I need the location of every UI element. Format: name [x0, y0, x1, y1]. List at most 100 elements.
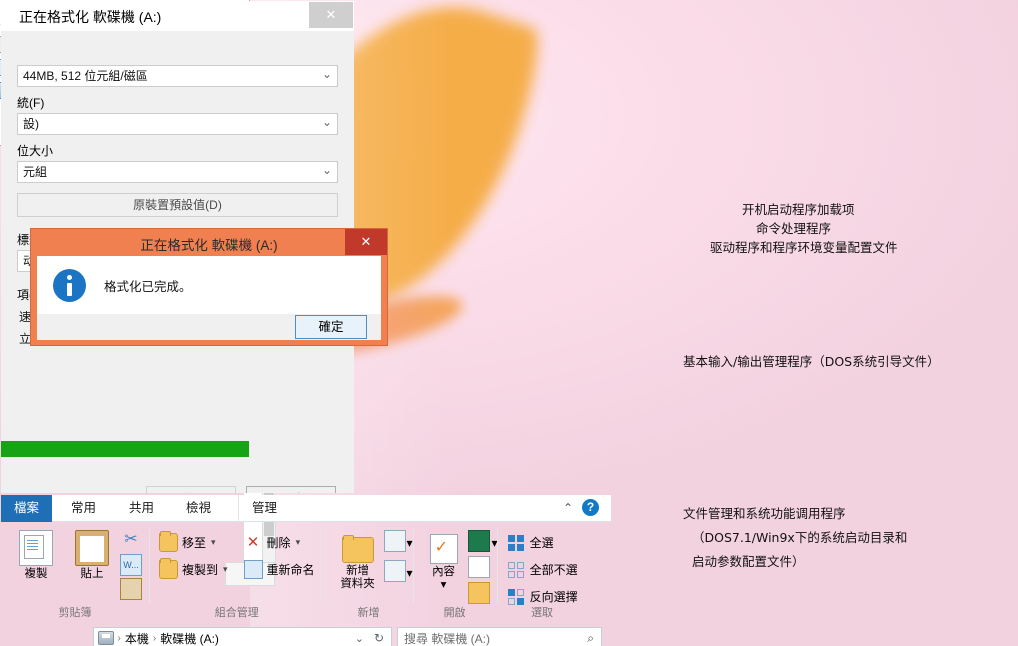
- edit-icon[interactable]: [468, 556, 490, 578]
- search-icon[interactable]: ⌕: [587, 631, 594, 646]
- properties-label: 內容: [420, 566, 468, 579]
- format-complete-messagebox[interactable]: 正在格式化 軟碟機 (A:) ✕ 格式化已完成。 確定: [30, 228, 388, 346]
- allocation-size-combobox[interactable]: 元組: [17, 161, 338, 183]
- ribbon-group-organize: 移至 ▾ 複製到 ▾ ✕ 刪除 ▾ 重新命名: [149, 525, 325, 620]
- new-mini-commands: ▾ ▾: [384, 525, 406, 582]
- capacity-combobox[interactable]: 44MB, 512 位元組/磁區: [17, 65, 338, 87]
- paste-button[interactable]: 貼上: [64, 525, 120, 581]
- ok-button[interactable]: 確定: [295, 315, 367, 339]
- format-dialog-titlebar: 正在格式化 軟碟機 (A:) ✕: [1, 1, 354, 31]
- invert-selection-icon: [507, 587, 526, 606]
- search-placeholder: 搜尋 軟碟機 (A:): [404, 630, 490, 646]
- floppy-drive-icon: [98, 631, 114, 645]
- copy-button[interactable]: 複製: [8, 525, 64, 581]
- open-with-icon[interactable]: ▾: [468, 530, 490, 552]
- move-to-label: 移至: [182, 534, 206, 551]
- refresh-icon[interactable]: ↻: [374, 631, 384, 645]
- clipboard-mini-commands: ✂ W...: [120, 525, 142, 600]
- cancel-button[interactable]: 取消: [246, 486, 336, 494]
- move-to-icon: [159, 533, 178, 552]
- ribbon-group-new-label: 新增: [325, 604, 413, 620]
- ribbon-group-clipboard-label: 剪貼簿: [1, 604, 149, 620]
- start-button[interactable]: 開始(S): [146, 486, 236, 494]
- select-all-button[interactable]: 全選: [504, 529, 581, 555]
- close-icon[interactable]: ✕: [309, 2, 353, 28]
- annotation-text: 驱动程序和程序环境变量配置文件: [710, 237, 898, 256]
- ribbon-group-new: 新增 資料夾 ▾ ▾ 新增: [325, 525, 413, 620]
- ribbon-group-organize-label: 組合管理: [149, 604, 325, 620]
- properties-button[interactable]: 內容 ▾: [420, 525, 468, 592]
- tab-file[interactable]: 檔案: [1, 495, 52, 522]
- chevron-down-icon[interactable]: ▾: [420, 579, 468, 592]
- delete-button[interactable]: ✕ 刪除 ▾: [241, 529, 318, 555]
- delete-x-icon: ✕: [244, 533, 263, 552]
- filesystem-combobox[interactable]: 設): [17, 113, 338, 135]
- copy-to-label: 複製到: [182, 561, 218, 578]
- paste-shortcut-icon[interactable]: [120, 578, 142, 600]
- search-box[interactable]: 搜尋 軟碟機 (A:) ⌕: [397, 627, 602, 646]
- format-progress-track: [1, 441, 354, 457]
- tab-home[interactable]: 常用: [58, 495, 109, 522]
- select-none-button[interactable]: 全部不選: [504, 556, 581, 582]
- explorer-ribbon: 複製 貼上 ✂ W... 剪貼簿 移至 ▾: [1, 522, 611, 622]
- tab-manage[interactable]: 管理: [238, 495, 290, 522]
- annotation-text: 启动参数配置文件）: [692, 551, 805, 570]
- delete-label: 刪除: [267, 534, 291, 551]
- history-icon[interactable]: [468, 582, 490, 604]
- chevron-down-icon[interactable]: ▾: [211, 537, 216, 548]
- copy-to-button[interactable]: 複製到 ▾: [156, 556, 231, 582]
- cut-scissors-icon[interactable]: ✂: [120, 530, 142, 552]
- explorer-tabstrip: 檔案 常用 共用 檢視 管理 ⌃ ?: [1, 495, 611, 522]
- annotation-text: 基本输入/输出管理程序（DOS系统引导文件）: [683, 351, 940, 370]
- messagebox-text: 格式化已完成。: [104, 276, 192, 295]
- breadcrumb-separator: ›: [118, 633, 121, 644]
- chevron-down-icon[interactable]: ⌄: [355, 632, 364, 645]
- new-folder-icon: [342, 537, 374, 563]
- explorer-address-bar: ← → ▾ ↑ › 本機 › 軟碟機 (A:) ⌄ ↻ 搜尋 軟碟機 (A:) …: [1, 622, 611, 646]
- organize-col-2: ✕ 刪除 ▾ 重新命名: [241, 525, 318, 582]
- select-none-label: 全部不選: [530, 561, 578, 578]
- info-icon: [53, 269, 86, 302]
- select-all-label: 全選: [530, 534, 554, 551]
- new-item-icon[interactable]: ▾: [384, 530, 406, 552]
- messagebox-footer: 確定: [37, 314, 381, 340]
- properties-icon: [430, 534, 458, 564]
- copy-to-icon: [159, 560, 178, 579]
- new-folder-label1: 新增: [332, 565, 384, 578]
- tab-share[interactable]: 共用: [116, 495, 167, 522]
- filesystem-label: 統(F): [17, 94, 338, 111]
- format-dialog-title: 正在格式化 軟碟機 (A:): [19, 7, 161, 27]
- open-mini-commands: ▾: [468, 525, 490, 604]
- restore-device-defaults-button[interactable]: 原裝置預設值(D): [17, 193, 338, 217]
- close-icon[interactable]: ✕: [345, 229, 387, 255]
- select-commands: 全選 全部不選 反向選擇: [504, 525, 581, 609]
- format-progress-bar: [1, 441, 249, 457]
- new-folder-label2: 資料夾: [332, 578, 384, 591]
- messagebox-titlebar: 正在格式化 軟碟機 (A:) ✕: [31, 229, 387, 256]
- breadcrumb-item-this-pc[interactable]: 本機: [125, 630, 149, 646]
- annotation-text: 开机启动程序加载项: [742, 199, 855, 218]
- paste-label: 貼上: [64, 568, 120, 581]
- rename-label: 重新命名: [267, 561, 315, 578]
- messagebox-title: 正在格式化 軟碟機 (A:): [31, 234, 387, 254]
- copy-icon: [19, 530, 53, 566]
- annotation-text: （DOS7.1/Win9x下的系统启动目录和: [692, 527, 907, 546]
- ribbon-group-clipboard: 複製 貼上 ✂ W... 剪貼簿: [1, 525, 149, 620]
- new-folder-button[interactable]: 新增 資料夾: [332, 525, 384, 591]
- breadcrumb[interactable]: › 本機 › 軟碟機 (A:) ⌄ ↻: [93, 627, 392, 646]
- tab-view[interactable]: 檢視: [173, 495, 224, 522]
- easy-access-icon[interactable]: ▾: [384, 560, 406, 582]
- move-to-button[interactable]: 移至 ▾: [156, 529, 231, 555]
- chevron-up-icon[interactable]: ⌃: [563, 501, 573, 515]
- breadcrumb-separator: ›: [153, 633, 156, 644]
- format-dialog-buttons: 開始(S) 取消: [1, 486, 354, 494]
- copy-path-icon[interactable]: W...: [120, 554, 142, 576]
- ribbon-group-select: 全選 全部不選 反向選擇 選取: [497, 525, 588, 620]
- chevron-down-icon[interactable]: ▾: [296, 537, 301, 548]
- help-icon[interactable]: ?: [582, 499, 599, 516]
- ribbon-group-open: 內容 ▾ ▾ 開啟: [413, 525, 497, 620]
- chevron-down-icon[interactable]: ▾: [223, 564, 228, 575]
- messagebox-content: 格式化已完成。: [37, 256, 381, 314]
- rename-button[interactable]: 重新命名: [241, 556, 318, 582]
- breadcrumb-item-floppy[interactable]: 軟碟機 (A:): [160, 630, 219, 646]
